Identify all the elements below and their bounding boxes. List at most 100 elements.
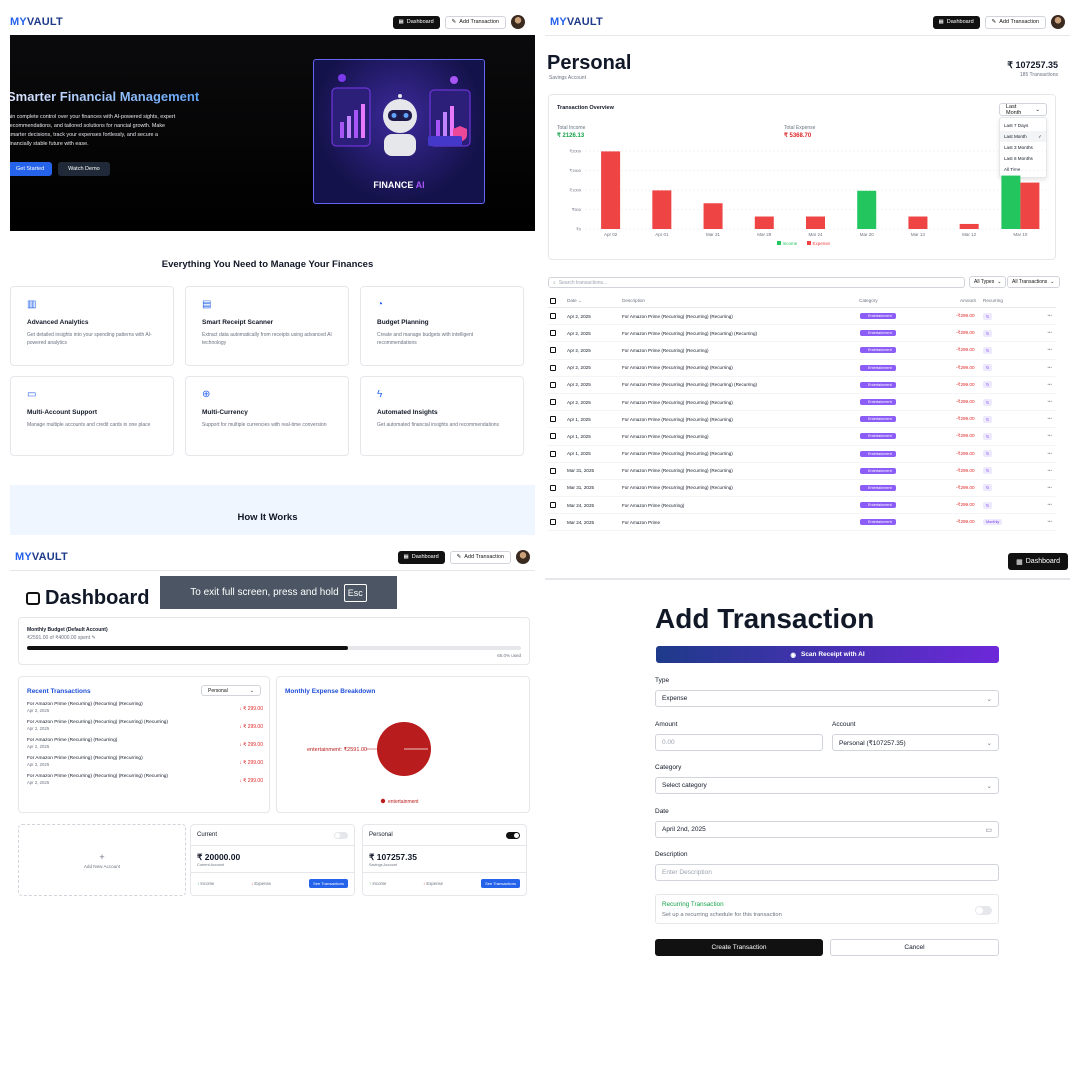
bar-expense[interactable] bbox=[652, 190, 672, 229]
type-select-value: Expense bbox=[662, 695, 688, 702]
table-row[interactable]: Apr 1, 2025 For Amazon Prime (Recurring) … bbox=[548, 411, 1056, 429]
bar-expense[interactable] bbox=[908, 216, 928, 229]
bar-income[interactable] bbox=[1001, 175, 1021, 229]
row-menu-icon[interactable]: ⋯ bbox=[1047, 433, 1052, 439]
transaction-filter[interactable]: All Transactions ⌄ bbox=[1007, 276, 1060, 288]
avatar[interactable] bbox=[1051, 15, 1065, 29]
avatar[interactable] bbox=[511, 15, 525, 29]
row-checkbox[interactable] bbox=[550, 502, 556, 509]
date-picker[interactable]: April 2nd, 2025 ▭ bbox=[655, 821, 999, 838]
account-select[interactable]: Personal (₹107257.35) ⌄ bbox=[832, 734, 999, 751]
row-menu-icon[interactable]: ⋯ bbox=[1047, 313, 1052, 319]
row-checkbox[interactable] bbox=[550, 313, 556, 320]
row-menu-icon[interactable]: ⋯ bbox=[1047, 330, 1052, 336]
get-started-button[interactable]: Get Started bbox=[10, 162, 53, 176]
date-column-header[interactable]: Date ⌄ bbox=[567, 298, 582, 304]
bar-expense[interactable] bbox=[703, 203, 723, 229]
brand-logo[interactable]: MYVAULT bbox=[10, 16, 63, 28]
amount-column-header[interactable]: Amount bbox=[960, 298, 976, 303]
row-checkbox[interactable] bbox=[550, 450, 556, 457]
amount-input[interactable]: 0.00 bbox=[655, 734, 823, 751]
search-input[interactable]: ⌕ Search transactions... bbox=[548, 277, 965, 288]
row-menu-icon[interactable]: ⋯ bbox=[1047, 347, 1052, 353]
range-option[interactable]: Last Month ✓ bbox=[1000, 131, 1046, 142]
list-item[interactable]: For Amazon Prime (Recurring) (Recurring)… bbox=[27, 720, 263, 738]
bar-expense[interactable] bbox=[959, 223, 979, 229]
table-row[interactable]: Apr 2, 2025 For Amazon Prime (Recurring) … bbox=[548, 342, 1056, 360]
default-account-toggle[interactable] bbox=[334, 832, 348, 839]
dashboard-button[interactable]: ▦ Dashboard bbox=[932, 15, 980, 29]
list-item[interactable]: For Amazon Prime (Recurring) (Recurring)… bbox=[27, 702, 263, 720]
row-menu-icon[interactable]: ⋯ bbox=[1047, 451, 1052, 457]
add-transaction-button[interactable]: ✎ Add Transaction bbox=[449, 550, 511, 564]
table-row[interactable]: Apr 1, 2025 For Amazon Prime (Recurring) … bbox=[548, 428, 1056, 446]
row-menu-icon[interactable]: ⋯ bbox=[1047, 502, 1052, 508]
table-row[interactable]: Mar 24, 2025 For Amazon Prime Entertainmen… bbox=[548, 514, 1056, 532]
dashboard-button[interactable]: ▦ Dashboard bbox=[392, 15, 440, 29]
create-transaction-button[interactable]: Create Transaction bbox=[655, 939, 823, 956]
default-account-toggle[interactable] bbox=[506, 832, 520, 839]
row-menu-icon[interactable]: ⋯ bbox=[1047, 416, 1052, 422]
avatar[interactable] bbox=[516, 550, 530, 564]
table-row[interactable]: Mar 31, 2025 For Amazon Prime (Recurring)… bbox=[548, 480, 1056, 498]
type-filter[interactable]: All Types ⌄ bbox=[969, 276, 1007, 288]
table-row[interactable]: Mar 31, 2025 For Amazon Prime (Recurring)… bbox=[548, 463, 1056, 480]
list-item[interactable]: For Amazon Prime (Recurring) (Recurring)… bbox=[27, 738, 263, 756]
row-checkbox[interactable] bbox=[550, 330, 556, 337]
row-checkbox[interactable] bbox=[550, 399, 556, 406]
table-row[interactable]: Apr 1, 2025 For Amazon Prime (Recurring) … bbox=[548, 446, 1056, 463]
row-checkbox[interactable] bbox=[550, 364, 556, 371]
table-row[interactable]: Apr 2, 2025 For Amazon Prime (Recurring) … bbox=[548, 377, 1056, 394]
dashboard-button[interactable]: ▦ Dashboard bbox=[1008, 553, 1068, 570]
row-menu-icon[interactable]: ⋯ bbox=[1047, 468, 1052, 474]
row-checkbox[interactable] bbox=[550, 484, 556, 491]
row-checkbox[interactable] bbox=[550, 416, 556, 423]
account-card[interactable]: Current ₹ 20000.00 Current Account ↑ Income… bbox=[190, 824, 355, 896]
scan-receipt-button[interactable]: ◉ Scan Receipt with AI bbox=[656, 646, 999, 663]
bar-income[interactable] bbox=[857, 190, 877, 229]
row-menu-icon[interactable]: ⋯ bbox=[1047, 399, 1052, 405]
description-input[interactable]: Enter Description bbox=[655, 864, 999, 881]
see-transactions-button[interactable]: See Transactions bbox=[481, 879, 520, 888]
dashboard-button[interactable]: ▦ Dashboard bbox=[397, 550, 445, 564]
row-checkbox[interactable] bbox=[550, 519, 556, 526]
bar-expense[interactable] bbox=[754, 216, 774, 229]
bar-expense[interactable] bbox=[1020, 182, 1040, 229]
pie-legend-label[interactable]: entertainment bbox=[388, 799, 419, 805]
bar-expense[interactable] bbox=[601, 151, 621, 229]
list-item[interactable]: For Amazon Prime (Recurring) (Recurring)… bbox=[27, 774, 263, 792]
recurring-toggle[interactable] bbox=[975, 906, 992, 915]
table-row[interactable]: Apr 2, 2025 For Amazon Prime (Recurring) … bbox=[548, 394, 1056, 412]
category-select[interactable]: Select category ⌄ bbox=[655, 777, 999, 794]
brand-logo[interactable]: MYVAULT bbox=[15, 551, 68, 563]
row-checkbox[interactable] bbox=[550, 347, 556, 354]
row-menu-icon[interactable]: ⋯ bbox=[1047, 519, 1052, 525]
watch-demo-button[interactable]: Watch Demo bbox=[58, 162, 110, 176]
row-checkbox[interactable] bbox=[550, 467, 556, 474]
add-transaction-button[interactable]: ✎ Add Transaction bbox=[444, 15, 506, 29]
table-row[interactable]: Mar 24, 2025 For Amazon Prime (Recurring)… bbox=[548, 497, 1056, 515]
select-all-checkbox[interactable] bbox=[550, 297, 556, 304]
dashboard-button-label: Dashboard bbox=[406, 19, 434, 25]
account-select[interactable]: Personal ⌄ bbox=[201, 685, 261, 696]
row-menu-icon[interactable]: ⋯ bbox=[1047, 382, 1052, 388]
bar-expense[interactable] bbox=[806, 216, 825, 229]
table-row[interactable]: Apr 2, 2025 For Amazon Prime (Recurring) … bbox=[548, 308, 1056, 326]
row-checkbox[interactable] bbox=[550, 381, 556, 388]
row-menu-icon[interactable]: ⋯ bbox=[1047, 365, 1052, 371]
cancel-button[interactable]: Cancel bbox=[830, 939, 999, 956]
table-row[interactable]: Apr 2, 2025 For Amazon Prime (Recurring) … bbox=[548, 360, 1056, 377]
row-menu-icon[interactable]: ⋯ bbox=[1047, 485, 1052, 491]
brand-logo[interactable]: MYVAULT bbox=[550, 16, 603, 28]
range-option[interactable]: Last 7 Days bbox=[1000, 120, 1046, 131]
range-select[interactable]: Last Month ⌄ bbox=[999, 103, 1047, 116]
edit-budget-icon[interactable]: ✎ bbox=[91, 635, 95, 641]
see-transactions-button[interactable]: See Transactions bbox=[309, 879, 348, 888]
table-row[interactable]: Apr 2, 2025 For Amazon Prime (Recurring) … bbox=[548, 325, 1056, 343]
add-account-card[interactable]: + Add New Account bbox=[18, 824, 186, 896]
type-select[interactable]: Expense ⌄ bbox=[655, 690, 999, 707]
account-card[interactable]: Personal ₹ 107257.35 Savings Account ↑ Inco… bbox=[362, 824, 527, 896]
add-transaction-button[interactable]: ✎ Add Transaction bbox=[984, 15, 1046, 29]
list-item[interactable]: For Amazon Prime (Recurring) (Recurring)… bbox=[27, 756, 263, 774]
row-checkbox[interactable] bbox=[550, 433, 556, 440]
